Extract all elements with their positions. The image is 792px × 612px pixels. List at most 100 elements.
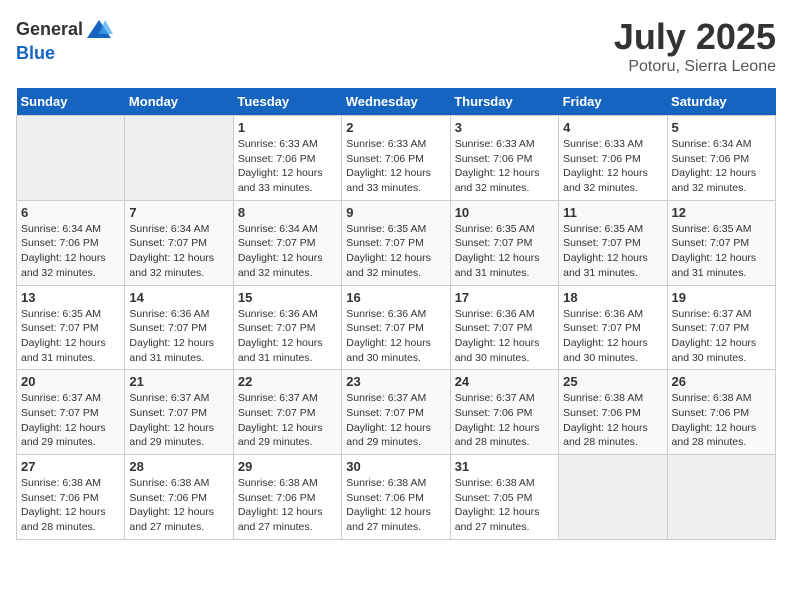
calendar-cell: [17, 116, 125, 201]
day-info: Sunrise: 6:33 AM Sunset: 7:06 PM Dayligh…: [563, 137, 662, 196]
column-header-friday: Friday: [559, 88, 667, 116]
logo-icon: [85, 16, 113, 44]
day-info: Sunrise: 6:38 AM Sunset: 7:05 PM Dayligh…: [455, 476, 554, 535]
calendar-header-row: SundayMondayTuesdayWednesdayThursdayFrid…: [17, 88, 776, 116]
day-info: Sunrise: 6:38 AM Sunset: 7:06 PM Dayligh…: [21, 476, 120, 535]
calendar-cell: 18Sunrise: 6:36 AM Sunset: 7:07 PM Dayli…: [559, 285, 667, 370]
calendar-cell: [667, 455, 775, 540]
calendar-cell: 31 Sunrise: 6:38 AM Sunset: 7:05 PM Dayli…: [450, 455, 558, 540]
day-number: 25: [563, 374, 662, 389]
column-header-tuesday: Tuesday: [233, 88, 341, 116]
calendar-cell: [125, 116, 233, 201]
column-header-sunday: Sunday: [17, 88, 125, 116]
calendar-cell: 9Sunrise: 6:35 AM Sunset: 7:07 PM Daylig…: [342, 200, 450, 285]
column-header-wednesday: Wednesday: [342, 88, 450, 116]
calendar-week-row: 27 Sunrise: 6:38 AM Sunset: 7:06 PM Dayli…: [17, 455, 776, 540]
page-header: General Blue July 2025 Potoru, Sierra Le…: [16, 16, 776, 76]
calendar-cell: 5 Sunrise: 6:34 AM Sunset: 7:06 PM Daylig…: [667, 116, 775, 201]
calendar-cell: 28Sunrise: 6:38 AM Sunset: 7:06 PM Dayli…: [125, 455, 233, 540]
day-number: 30: [346, 459, 445, 474]
day-info: Sunrise: 6:37 AM Sunset: 7:07 PM Dayligh…: [238, 391, 337, 450]
day-info: Sunrise: 6:33 AM Sunset: 7:06 PM Dayligh…: [346, 137, 445, 196]
day-number: 31: [455, 459, 554, 474]
calendar-cell: 30 Sunrise: 6:38 AM Sunset: 7:06 PM Dayli…: [342, 455, 450, 540]
calendar-cell: 26 Sunrise: 6:38 AM Sunset: 7:06 PM Dayli…: [667, 370, 775, 455]
day-number: 27: [21, 459, 120, 474]
day-info: Sunrise: 6:37 AM Sunset: 7:07 PM Dayligh…: [672, 307, 771, 366]
day-info: Sunrise: 6:38 AM Sunset: 7:06 PM Dayligh…: [346, 476, 445, 535]
calendar-cell: 14 Sunrise: 6:36 AM Sunset: 7:07 PM Dayli…: [125, 285, 233, 370]
calendar-cell: 29Sunrise: 6:38 AM Sunset: 7:06 PM Dayli…: [233, 455, 341, 540]
day-info: Sunrise: 6:38 AM Sunset: 7:06 PM Dayligh…: [672, 391, 771, 450]
calendar-cell: 27 Sunrise: 6:38 AM Sunset: 7:06 PM Dayli…: [17, 455, 125, 540]
day-number: 1: [238, 120, 337, 135]
day-number: 14: [129, 290, 228, 305]
day-number: 3: [455, 120, 554, 135]
day-number: 24: [455, 374, 554, 389]
column-header-thursday: Thursday: [450, 88, 558, 116]
month-title: July 2025: [614, 16, 776, 58]
calendar-cell: 23 Sunrise: 6:37 AM Sunset: 7:07 PM Dayli…: [342, 370, 450, 455]
day-number: 26: [672, 374, 771, 389]
logo-blue-text: Blue: [16, 44, 113, 64]
calendar-cell: 12 Sunrise: 6:35 AM Sunset: 7:07 PM Dayli…: [667, 200, 775, 285]
calendar-cell: 21Sunrise: 6:37 AM Sunset: 7:07 PM Dayli…: [125, 370, 233, 455]
location: Potoru, Sierra Leone: [614, 58, 776, 76]
day-info: Sunrise: 6:35 AM Sunset: 7:07 PM Dayligh…: [563, 222, 662, 281]
day-number: 15: [238, 290, 337, 305]
day-info: Sunrise: 6:34 AM Sunset: 7:06 PM Dayligh…: [672, 137, 771, 196]
calendar-week-row: 13Sunrise: 6:35 AM Sunset: 7:07 PM Dayli…: [17, 285, 776, 370]
day-number: 4: [563, 120, 662, 135]
day-number: 7: [129, 205, 228, 220]
calendar-cell: 19 Sunrise: 6:37 AM Sunset: 7:07 PM Dayli…: [667, 285, 775, 370]
day-number: 12: [672, 205, 771, 220]
calendar-cell: 16 Sunrise: 6:36 AM Sunset: 7:07 PM Dayli…: [342, 285, 450, 370]
calendar-table: SundayMondayTuesdayWednesdayThursdayFrid…: [16, 88, 776, 540]
calendar-cell: 10 Sunrise: 6:35 AM Sunset: 7:07 PM Dayli…: [450, 200, 558, 285]
calendar-cell: 8Sunrise: 6:34 AM Sunset: 7:07 PM Daylig…: [233, 200, 341, 285]
logo: General Blue: [16, 16, 113, 64]
day-number: 28: [129, 459, 228, 474]
calendar-cell: 7Sunrise: 6:34 AM Sunset: 7:07 PM Daylig…: [125, 200, 233, 285]
day-number: 23: [346, 374, 445, 389]
day-info: Sunrise: 6:35 AM Sunset: 7:07 PM Dayligh…: [455, 222, 554, 281]
day-number: 20: [21, 374, 120, 389]
day-number: 8: [238, 205, 337, 220]
day-info: Sunrise: 6:34 AM Sunset: 7:06 PM Dayligh…: [21, 222, 120, 281]
day-info: Sunrise: 6:35 AM Sunset: 7:07 PM Dayligh…: [21, 307, 120, 366]
day-number: 17: [455, 290, 554, 305]
day-info: Sunrise: 6:33 AM Sunset: 7:06 PM Dayligh…: [455, 137, 554, 196]
day-info: Sunrise: 6:36 AM Sunset: 7:07 PM Dayligh…: [129, 307, 228, 366]
day-info: Sunrise: 6:35 AM Sunset: 7:07 PM Dayligh…: [672, 222, 771, 281]
day-info: Sunrise: 6:33 AM Sunset: 7:06 PM Dayligh…: [238, 137, 337, 196]
calendar-cell: 13Sunrise: 6:35 AM Sunset: 7:07 PM Dayli…: [17, 285, 125, 370]
calendar-week-row: 1 Sunrise: 6:33 AM Sunset: 7:06 PM Daylig…: [17, 116, 776, 201]
day-info: Sunrise: 6:37 AM Sunset: 7:06 PM Dayligh…: [455, 391, 554, 450]
column-header-monday: Monday: [125, 88, 233, 116]
calendar-cell: 4 Sunrise: 6:33 AM Sunset: 7:06 PM Daylig…: [559, 116, 667, 201]
title-block: July 2025 Potoru, Sierra Leone: [614, 16, 776, 76]
day-number: 5: [672, 120, 771, 135]
day-number: 2: [346, 120, 445, 135]
calendar-week-row: 20 Sunrise: 6:37 AM Sunset: 7:07 PM Dayli…: [17, 370, 776, 455]
calendar-cell: 6Sunrise: 6:34 AM Sunset: 7:06 PM Daylig…: [17, 200, 125, 285]
calendar-cell: 20 Sunrise: 6:37 AM Sunset: 7:07 PM Dayli…: [17, 370, 125, 455]
calendar-cell: 1 Sunrise: 6:33 AM Sunset: 7:06 PM Daylig…: [233, 116, 341, 201]
day-info: Sunrise: 6:36 AM Sunset: 7:07 PM Dayligh…: [346, 307, 445, 366]
day-info: Sunrise: 6:36 AM Sunset: 7:07 PM Dayligh…: [455, 307, 554, 366]
day-info: Sunrise: 6:37 AM Sunset: 7:07 PM Dayligh…: [346, 391, 445, 450]
day-number: 16: [346, 290, 445, 305]
calendar-cell: 25Sunrise: 6:38 AM Sunset: 7:06 PM Dayli…: [559, 370, 667, 455]
day-number: 19: [672, 290, 771, 305]
day-info: Sunrise: 6:37 AM Sunset: 7:07 PM Dayligh…: [21, 391, 120, 450]
day-number: 10: [455, 205, 554, 220]
calendar-cell: 11Sunrise: 6:35 AM Sunset: 7:07 PM Dayli…: [559, 200, 667, 285]
calendar-cell: 22Sunrise: 6:37 AM Sunset: 7:07 PM Dayli…: [233, 370, 341, 455]
day-info: Sunrise: 6:36 AM Sunset: 7:07 PM Dayligh…: [563, 307, 662, 366]
day-number: 21: [129, 374, 228, 389]
calendar-week-row: 6Sunrise: 6:34 AM Sunset: 7:06 PM Daylig…: [17, 200, 776, 285]
day-info: Sunrise: 6:38 AM Sunset: 7:06 PM Dayligh…: [238, 476, 337, 535]
calendar-cell: 3 Sunrise: 6:33 AM Sunset: 7:06 PM Daylig…: [450, 116, 558, 201]
calendar-cell: 2 Sunrise: 6:33 AM Sunset: 7:06 PM Daylig…: [342, 116, 450, 201]
day-number: 9: [346, 205, 445, 220]
